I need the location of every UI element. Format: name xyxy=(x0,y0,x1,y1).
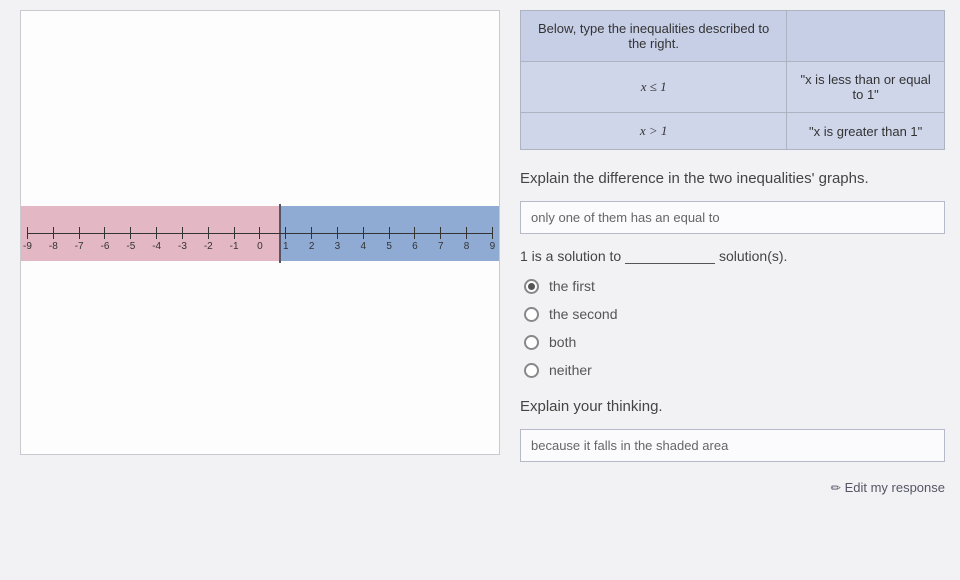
radio-option[interactable]: the second xyxy=(524,306,945,322)
number-line: -9 -8 -7 -6 -5 -4 -3 -2 -1 0 1 2 3 4 5 6 7 8 9 xyxy=(21,206,499,266)
radio-option[interactable]: both xyxy=(524,334,945,350)
pencil-icon: ✎ xyxy=(827,479,844,496)
axis-tick-label: 3 xyxy=(335,241,341,252)
left-panel: -9 -8 -7 -6 -5 -4 -3 -2 -1 0 1 2 3 4 5 6 7 8 9 xyxy=(0,0,500,580)
axis-tick: 1 xyxy=(285,227,286,239)
axis-tick-label: 9 xyxy=(490,241,496,252)
axis-tick-label: 1 xyxy=(283,241,289,252)
radio-icon xyxy=(524,307,539,322)
inequality-cell[interactable]: x ≤ 1 xyxy=(521,62,787,113)
radio-group: the first the second both neither xyxy=(520,278,945,378)
axis-tick: 0 xyxy=(259,227,260,239)
axis-tick-label: 7 xyxy=(438,241,444,252)
axis-tick-label: -4 xyxy=(152,241,161,252)
axis-tick-label: -5 xyxy=(126,241,135,252)
axis-tick: 3 xyxy=(337,227,338,239)
radio-option[interactable]: neither xyxy=(524,362,945,378)
explain-thinking-prompt: Explain your thinking. xyxy=(520,398,945,415)
axis-tick-label: 4 xyxy=(360,241,366,252)
axis-tick: -2 xyxy=(208,227,209,239)
axis-tick: -8 xyxy=(53,227,54,239)
axis-tick: 7 xyxy=(440,227,441,239)
table-row: x ≤ 1 "x is less than or equal to 1" xyxy=(521,62,945,113)
axis-tick-label: 6 xyxy=(412,241,418,252)
number-line-graph: -9 -8 -7 -6 -5 -4 -3 -2 -1 0 1 2 3 4 5 6 7 8 9 xyxy=(20,10,500,455)
axis-tick: 9 xyxy=(492,227,493,239)
axis-tick-label: -9 xyxy=(23,241,32,252)
explain-thinking-input[interactable]: because it falls in the shaded area xyxy=(520,429,945,462)
right-panel: Below, type the inequalities described t… xyxy=(500,0,960,580)
axis-tick-label: -1 xyxy=(230,241,239,252)
fill-suffix: solution(s). xyxy=(715,248,787,264)
axis-tick: 2 xyxy=(311,227,312,239)
inequality-table: Below, type the inequalities described t… xyxy=(520,10,945,150)
axis-tick-label: 5 xyxy=(386,241,392,252)
radio-label: neither xyxy=(549,362,592,378)
edit-response-label: Edit my response xyxy=(845,480,945,495)
fill-blank-prompt: 1 is a solution to solution(s). xyxy=(520,248,945,264)
axis-tick: -5 xyxy=(130,227,131,239)
axis-tick-label: -7 xyxy=(75,241,84,252)
axis-tick: 6 xyxy=(414,227,415,239)
fill-prefix: 1 is a solution to xyxy=(520,248,625,264)
radio-icon xyxy=(524,335,539,350)
axis-tick: -9 xyxy=(27,227,28,239)
blank-line xyxy=(625,250,715,264)
table-row: x > 1 "x is greater than 1" xyxy=(521,113,945,150)
edit-response-link[interactable]: ✎ Edit my response xyxy=(520,480,945,495)
axis-tick: 8 xyxy=(466,227,467,239)
axis-tick-label: -6 xyxy=(101,241,110,252)
axis-tick: -7 xyxy=(79,227,80,239)
axis-tick-label: 8 xyxy=(464,241,470,252)
axis-tick: -1 xyxy=(234,227,235,239)
radio-label: the second xyxy=(549,306,618,322)
explain-difference-prompt: Explain the difference in the two inequa… xyxy=(520,170,945,187)
axis-tick-label: -3 xyxy=(178,241,187,252)
axis-tick-label: -2 xyxy=(204,241,213,252)
table-header: Below, type the inequalities described t… xyxy=(521,11,787,62)
radio-label: the first xyxy=(549,278,595,294)
explain-difference-input[interactable]: only one of them has an equal to xyxy=(520,201,945,234)
axis-tick: 4 xyxy=(363,227,364,239)
radio-icon xyxy=(524,279,539,294)
axis-tick: -3 xyxy=(182,227,183,239)
axis-tick: 5 xyxy=(389,227,390,239)
radio-label: both xyxy=(549,334,576,350)
axis-tick-label: -8 xyxy=(49,241,58,252)
axis-tick: -4 xyxy=(156,227,157,239)
axis-tick-label: 2 xyxy=(309,241,315,252)
description-cell: "x is greater than 1" xyxy=(787,113,945,150)
axis-ticks: -9 -8 -7 -6 -5 -4 -3 -2 -1 0 1 2 3 4 5 6 7 8 9 xyxy=(27,227,493,239)
radio-icon xyxy=(524,363,539,378)
axis-tick-label: 0 xyxy=(257,241,263,252)
table-header-empty xyxy=(787,11,945,62)
description-cell: "x is less than or equal to 1" xyxy=(787,62,945,113)
axis-tick: -6 xyxy=(104,227,105,239)
radio-option[interactable]: the first xyxy=(524,278,945,294)
inequality-cell[interactable]: x > 1 xyxy=(521,113,787,150)
